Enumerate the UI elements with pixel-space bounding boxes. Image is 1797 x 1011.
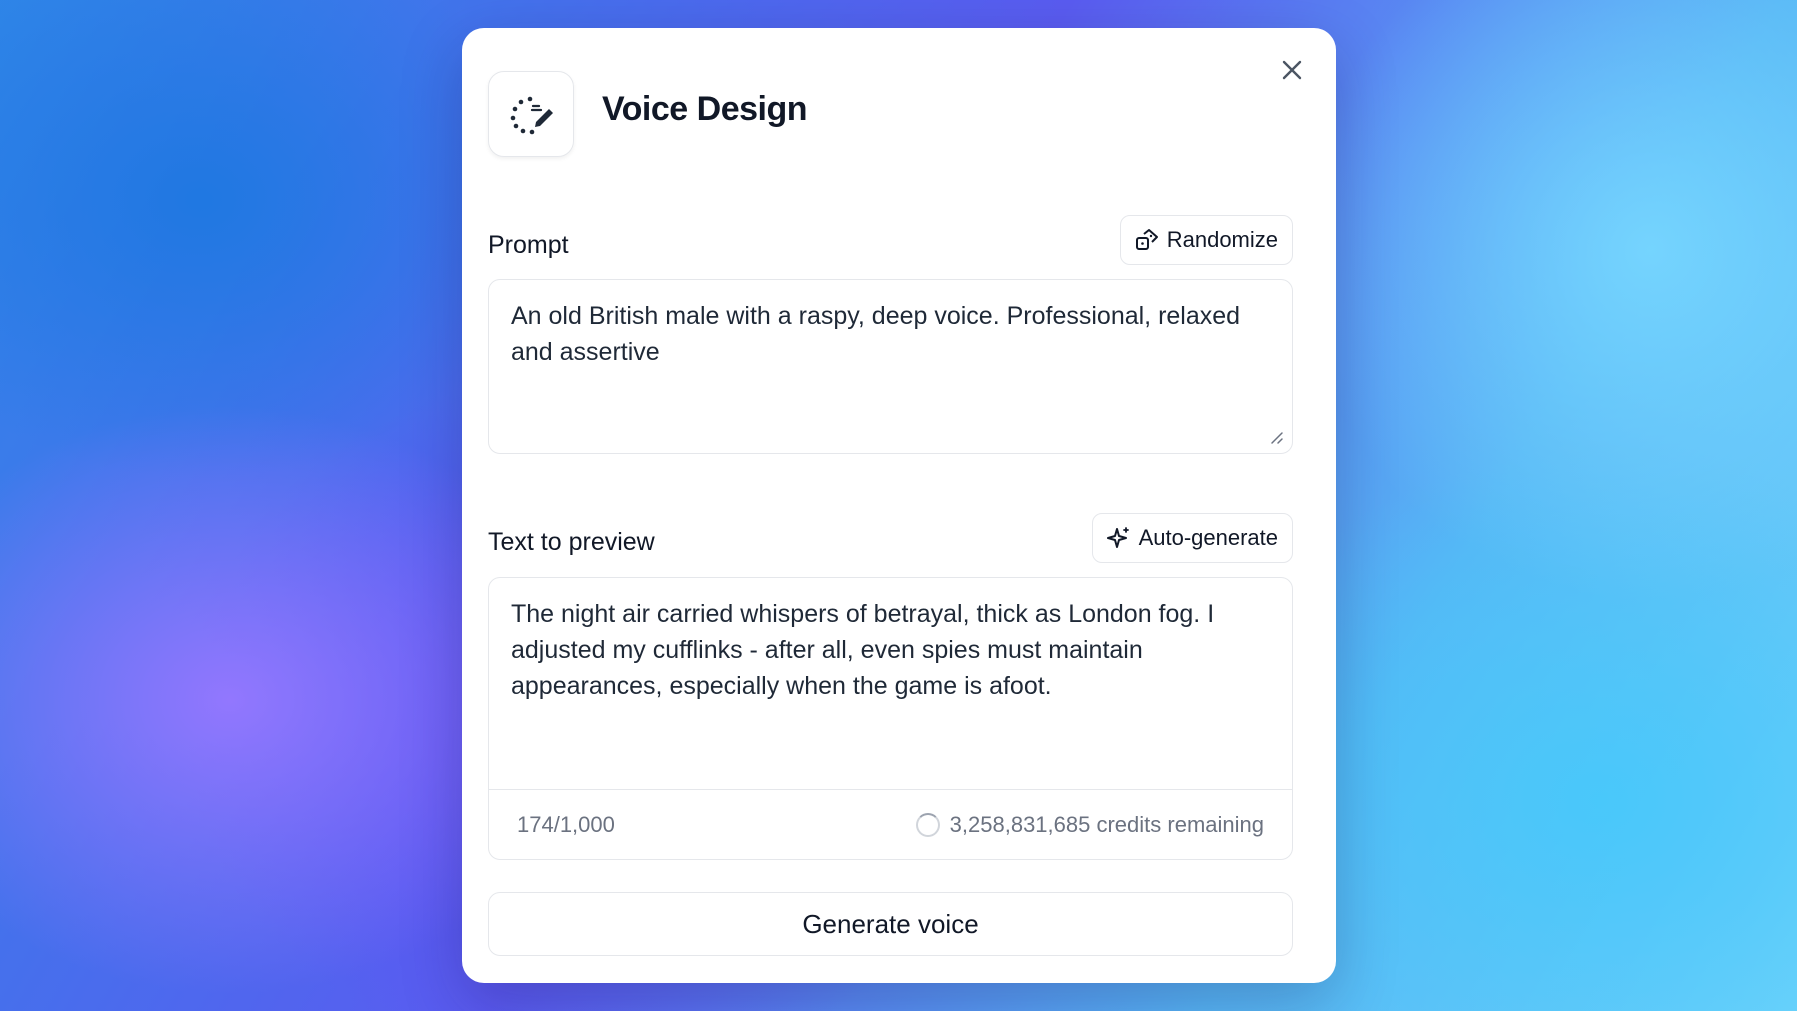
close-icon (1282, 60, 1302, 80)
auto-generate-button[interactable]: Auto-generate (1091, 513, 1293, 563)
sparkle-icon (1106, 527, 1129, 548)
voice-design-icon-badge (488, 71, 574, 157)
resize-handle-icon[interactable] (1268, 429, 1284, 445)
credits-spinner-icon (915, 812, 940, 837)
dialog-title: Voice Design (602, 90, 808, 128)
generate-voice-button[interactable]: Generate voice (488, 892, 1293, 956)
voice-design-dialog: Voice Design Prompt Randomize An old Bri… (462, 28, 1336, 983)
voice-design-icon (510, 96, 553, 135)
character-count: 174/1,000 (517, 811, 615, 837)
auto-generate-label: Auto-generate (1138, 525, 1278, 550)
credits-status: 3,258,831,685 credits remaining (915, 811, 1264, 838)
dice-icon (1135, 229, 1158, 250)
randomize-label: Randomize (1166, 227, 1278, 252)
preview-input[interactable]: The night air carried whispers of betray… (489, 578, 1292, 790)
credits-remaining: 3,258,831,685 credits remaining (949, 811, 1264, 837)
prompt-input[interactable]: An old British male with a raspy, deep v… (489, 280, 1292, 453)
randomize-button[interactable]: Randomize (1119, 215, 1293, 265)
close-button[interactable] (1274, 52, 1310, 88)
preview-field[interactable]: The night air carried whispers of betray… (488, 577, 1293, 860)
preview-footer: 174/1,000 3,258,831,685 credits remainin… (489, 789, 1292, 859)
prompt-label: Prompt (488, 231, 569, 259)
prompt-field[interactable]: An old British male with a raspy, deep v… (488, 279, 1293, 454)
preview-label: Text to preview (488, 528, 655, 556)
